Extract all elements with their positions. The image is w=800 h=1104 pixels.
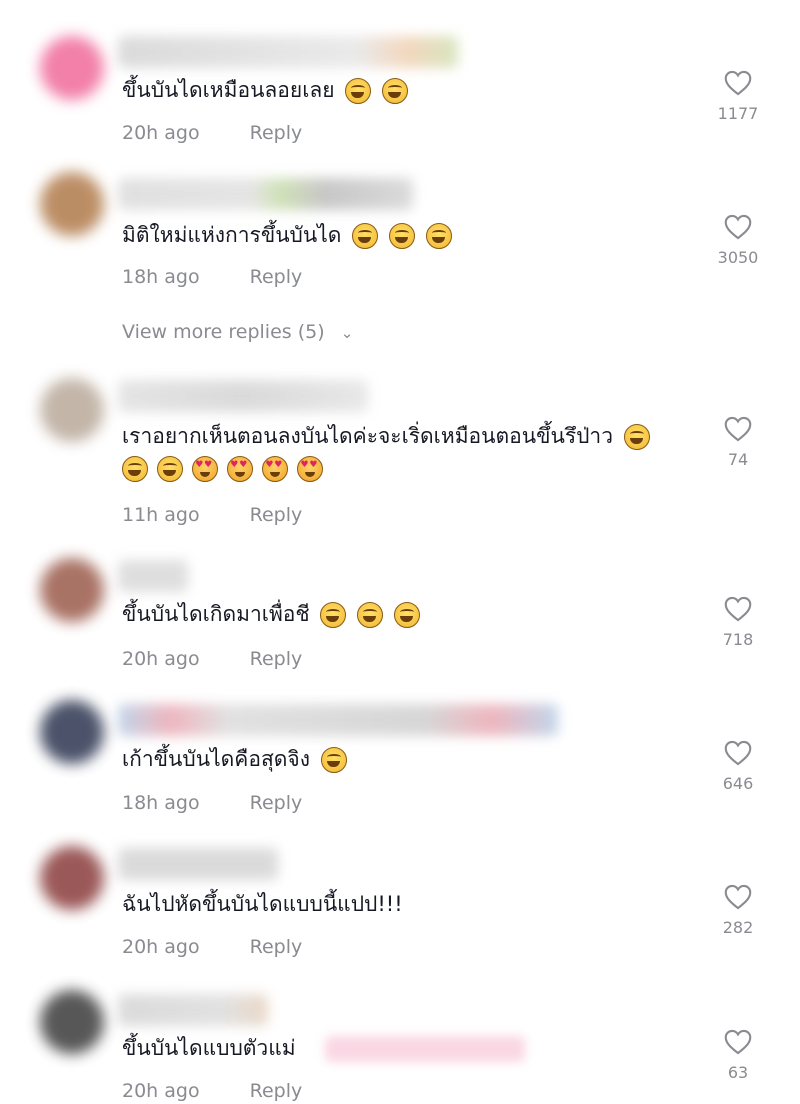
comment-meta: 20h ago Reply [122,121,302,145]
heart-outline-icon [724,214,752,240]
avatar[interactable] [40,990,104,1054]
username-blurred[interactable] [118,560,188,592]
heart-outline-icon [724,596,752,622]
comment-meta: 11h ago Reply [122,503,302,527]
comment-meta: 20h ago Reply [122,647,302,671]
username-blurred[interactable] [118,994,268,1026]
like-button[interactable]: 74 [712,416,764,469]
comment-text: ขึ้นบันไดเหมือนลอยเลย [122,74,408,106]
comment-text: ขึ้นบันไดแบบตัวแม่ [122,1032,296,1064]
like-count: 3050 [717,248,759,267]
like-count: 63 [727,1063,749,1082]
like-button[interactable]: 718 [712,596,764,649]
timestamp: 20h ago [122,936,200,958]
timestamp: 18h ago [122,266,200,288]
reply-button[interactable]: Reply [250,936,303,958]
laughing-emoji-icon [345,78,372,104]
comment-meta: 20h ago Reply [122,1079,302,1103]
timestamp: 20h ago [122,648,200,670]
laughing-emoji-icon [623,424,650,450]
heart-outline-icon [724,884,752,910]
username-blurred[interactable] [118,36,458,68]
comment-meta: 18h ago Reply [122,265,302,289]
comment-meta: 18h ago Reply [122,791,302,815]
laughing-emoji-icon [425,223,452,249]
comment-text: เราอยากเห็นตอนลงบันไดค่ะจะเริ่ดเหมือนตอน… [122,420,702,452]
avatar[interactable] [40,172,104,236]
comment-text: ขึ้นบันไดเกิดมาเพื่อชี [122,598,420,630]
avatar[interactable] [40,378,104,442]
laughing-emoji-icon [381,78,408,104]
heart-eyes-emoji-icon [192,456,219,482]
laughing-emoji-icon [320,747,347,773]
like-count: 74 [727,450,749,469]
heart-outline-icon [724,416,752,442]
heart-eyes-emoji-icon [227,456,254,482]
like-button[interactable]: 646 [712,740,764,793]
emoji-line [122,456,324,488]
laughing-emoji-icon [388,223,415,249]
comment-text: ฉันไปหัดขึ้นบันไดแบบนี้แปป!!! [122,888,403,920]
laughing-emoji-icon [357,602,384,628]
reply-button[interactable]: Reply [250,792,303,814]
timestamp: 20h ago [122,122,200,144]
like-button[interactable]: 3050 [712,214,764,267]
laughing-emoji-icon [122,456,148,482]
username-blurred[interactable] [118,178,413,210]
comment-text-content: เก้าขึ้นบันไดคือสุดจิง [122,747,310,771]
username-blurred[interactable] [118,848,278,880]
username-blurred[interactable] [118,704,558,736]
username-blurred[interactable] [118,380,368,412]
like-button[interactable]: 63 [712,1029,764,1082]
avatar[interactable] [40,558,104,622]
heart-outline-icon [724,740,752,766]
reply-button[interactable]: Reply [250,648,303,670]
laughing-emoji-icon [393,602,420,628]
laughing-emoji-icon [352,223,379,249]
comment-text: เก้าขึ้นบันไดคือสุดจิง [122,743,347,775]
reply-button[interactable]: Reply [250,1080,303,1102]
comment-text-content: ขึ้นบันไดเหมือนลอยเลย [122,78,335,102]
heart-eyes-emoji-icon [297,456,324,482]
like-button[interactable]: 1177 [712,70,764,123]
comment-text-content: เราอยากเห็นตอนลงบันไดค่ะจะเริ่ดเหมือนตอน… [122,424,614,448]
blurred-mention[interactable] [325,1036,525,1062]
like-count: 282 [722,918,754,937]
comment-text-content: ฉันไปหัดขึ้นบันไดแบบนี้แปป!!! [122,892,403,916]
like-count: 646 [722,774,754,793]
like-button[interactable]: 282 [712,884,764,937]
comment-meta: 20h ago Reply [122,935,302,959]
comment-text-content: ขึ้นบันไดเกิดมาเพื่อชี [122,602,310,626]
reply-button[interactable]: Reply [250,122,303,144]
heart-eyes-emoji-icon [262,456,289,482]
laughing-emoji-icon [320,602,347,628]
comment-text-content: มิติใหม่แห่งการขึ้นบันได [122,223,342,247]
timestamp: 20h ago [122,1080,200,1102]
comment-text: มิติใหม่แห่งการขึ้นบันได [122,219,452,251]
chevron-down-icon: ⌄ [340,324,354,342]
view-more-replies-button[interactable]: View more replies (5) ⌄ [122,321,353,343]
heart-outline-icon [724,1029,752,1055]
timestamp: 18h ago [122,792,200,814]
heart-outline-icon [724,70,752,96]
laughing-emoji-icon [157,456,184,482]
reply-button[interactable]: Reply [250,266,303,288]
like-count: 718 [722,630,754,649]
avatar[interactable] [40,700,104,764]
reply-button[interactable]: Reply [250,504,303,526]
avatar[interactable] [40,846,104,910]
view-more-label: View more replies (5) [122,321,325,343]
like-count: 1177 [717,104,759,123]
avatar[interactable] [40,36,104,100]
comment-text-content: ขึ้นบันไดแบบตัวแม่ [122,1036,296,1060]
timestamp: 11h ago [122,504,200,526]
